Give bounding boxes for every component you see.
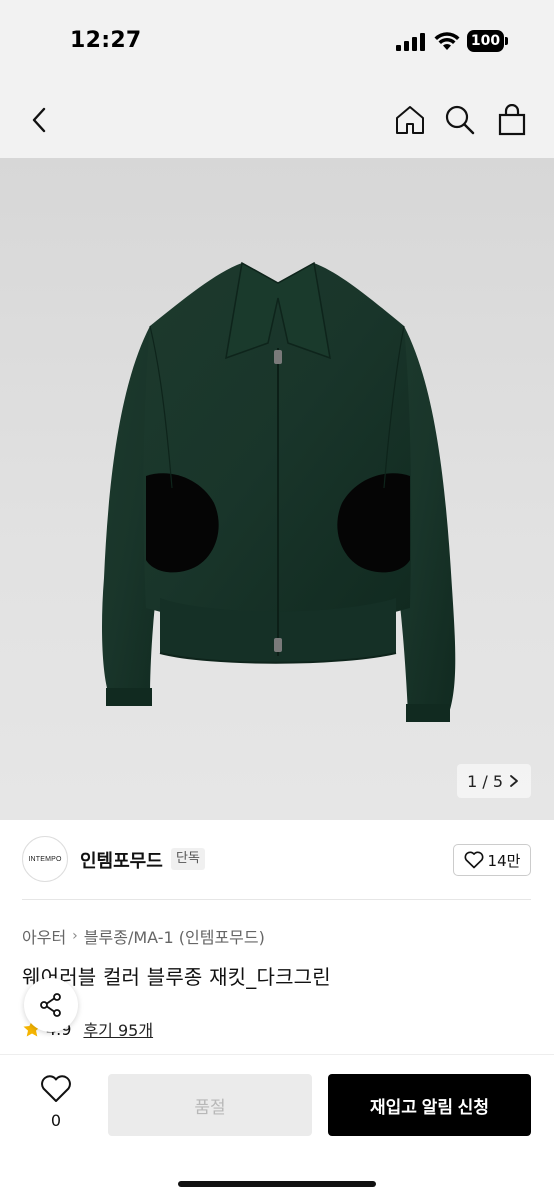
bottom-action-bar: 0 품절 재입고 알림 신청 [0, 1054, 554, 1200]
brand-name[interactable]: 인템포무드 [80, 847, 163, 873]
chevron-right-icon [510, 775, 518, 787]
battery-indicator: 100 [467, 30, 509, 52]
review-count-link[interactable]: 후기 95개 [83, 1017, 153, 1041]
cellular-signal-icon [396, 33, 425, 51]
heart-icon [41, 1075, 71, 1102]
wifi-icon [434, 32, 460, 50]
brand-like-count: 14만 [487, 851, 521, 870]
breadcrumb-item-subcategory[interactable]: 블루종/MA-1 (인템포무드) [84, 924, 265, 948]
sold-out-button: 품절 [108, 1074, 312, 1136]
restock-alert-button[interactable]: 재입고 알림 신청 [328, 1074, 531, 1136]
top-navigation [0, 84, 554, 158]
battery-tip [505, 37, 508, 45]
heart-icon [464, 851, 484, 869]
wishlist-button[interactable]: 0 [36, 1075, 76, 1135]
home-indicator [178, 1181, 376, 1187]
wishlist-count: 0 [50, 1111, 62, 1130]
brand-logo[interactable]: INTEMPO [22, 836, 68, 882]
status-bar: 12:27 100 [0, 0, 554, 84]
breadcrumb-item-category[interactable]: 아우터 [22, 924, 66, 948]
battery-level: 100 [467, 30, 504, 52]
home-icon[interactable] [392, 102, 428, 138]
chevron-right-icon: › [72, 928, 78, 944]
product-image-gallery[interactable]: 1 / 5 [0, 158, 554, 820]
search-icon[interactable] [442, 102, 478, 138]
section-divider [22, 899, 531, 900]
gallery-page-text: 1 / 5 [467, 771, 503, 791]
brand-row: INTEMPO 인템포무드 단독 14만 [0, 820, 554, 900]
status-time: 12:27 [70, 28, 142, 53]
brand-exclusive-badge: 단독 [171, 848, 205, 870]
shopping-bag-icon[interactable] [494, 102, 530, 138]
breadcrumb: 아우터 › 블루종/MA-1 (인템포무드) [22, 924, 265, 948]
share-icon [40, 993, 61, 1017]
gallery-page-indicator[interactable]: 1 / 5 [457, 764, 531, 798]
back-icon[interactable] [22, 102, 58, 138]
product-image-jacket [102, 261, 456, 722]
brand-logo-text: INTEMPO [28, 855, 62, 863]
share-button[interactable] [24, 978, 78, 1032]
brand-like-button[interactable]: 14만 [453, 844, 531, 876]
